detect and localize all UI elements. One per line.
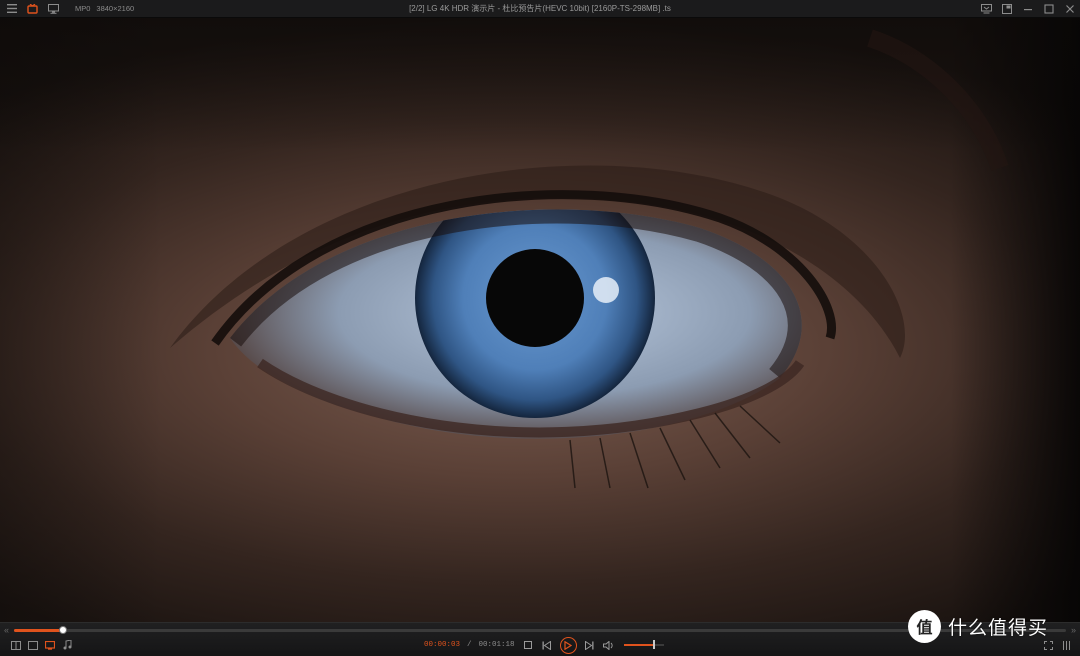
left-controls (10, 639, 73, 651)
volume-fill (623, 644, 654, 646)
video-mode-icon[interactable] (44, 639, 56, 651)
seek-bar-fill (14, 629, 64, 632)
time-separator: / (467, 641, 472, 649)
equalizer-icon[interactable] (1060, 639, 1072, 651)
minimize-icon[interactable] (1022, 3, 1034, 15)
current-time: 00:00:03 (424, 641, 461, 649)
video-info: MP0 3840×2160 (75, 4, 134, 13)
format-badge: MP0 (75, 4, 91, 13)
volume-icon[interactable] (603, 639, 615, 651)
watermark-logo: 值 (908, 609, 941, 643)
seek-forward-arrow-icon[interactable]: » (1071, 625, 1076, 635)
watermark-text: 什么值得买 (948, 616, 1049, 639)
menu-icon[interactable] (6, 3, 17, 14)
title-bar-left: MP0 3840×2160 (6, 0, 134, 17)
music-icon[interactable] (61, 639, 73, 651)
window-title: [2/2] LG 4K HDR 演示片 - 杜比预告片(HEVC 10bit) … (409, 4, 671, 13)
monitor-icon[interactable] (48, 3, 59, 14)
play-button[interactable] (559, 636, 577, 654)
video-frame[interactable] (0, 18, 1080, 622)
window-controls (980, 0, 1076, 17)
player-logo-icon[interactable] (27, 3, 38, 14)
duration-time: 00:01:18 (478, 641, 515, 649)
seek-back-arrow-icon[interactable]: « (4, 625, 9, 635)
resolution-label: 3840×2160 (96, 4, 135, 13)
mini-mode-icon[interactable] (1001, 3, 1013, 15)
close-icon[interactable] (1064, 3, 1076, 15)
stop-icon[interactable] (522, 639, 534, 651)
maximize-icon[interactable] (1043, 3, 1055, 15)
center-controls: 00:00:03 / 00:01:18 (424, 636, 664, 654)
volume-thumb[interactable] (652, 640, 655, 649)
seek-bar-thumb[interactable] (59, 626, 68, 634)
playlist-icon[interactable] (10, 639, 22, 651)
title-bar: MP0 3840×2160 [2/2] LG 4K HDR 演示片 - 杜比预告… (0, 0, 1080, 18)
next-icon[interactable] (584, 639, 596, 651)
pin-icon[interactable] (980, 3, 992, 15)
previous-icon[interactable] (541, 639, 553, 651)
site-watermark: 值 什么值得买 (908, 609, 1048, 643)
panel-icon[interactable] (27, 639, 39, 651)
play-icon (564, 640, 573, 650)
volume-slider[interactable] (623, 640, 664, 649)
eye-illustration (170, 29, 1009, 489)
